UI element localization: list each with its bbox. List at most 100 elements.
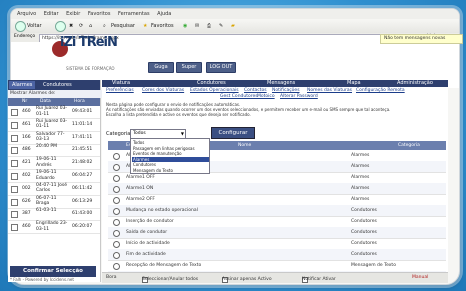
alarm-row[interactable]: 002 04-07-11 José Carlos 06:11:42: [8, 183, 100, 196]
menu-item[interactable]: Favoritos: [88, 9, 111, 19]
home-icon[interactable]: ⌂: [89, 21, 92, 31]
browser-toolbar: Voltar ✖ ⟳ ⌂ ⌕ Pesquisar ★ Favoritos ◉ ✉…: [11, 19, 459, 34]
radio-button[interactable]: [113, 263, 120, 270]
alarm-nr: 166: [22, 134, 31, 140]
alarm-date: Rui Juarez 03-01-11: [36, 118, 68, 130]
radio-button[interactable]: [113, 241, 120, 248]
alarm-row[interactable]: 486 20:40 PM 21:45:51: [8, 144, 100, 158]
izitrein-logo: iZi TReiN SISTEMA DE FORMAÇÃO: [52, 35, 118, 75]
subnav-cores[interactable]: Cores dos Viaturas: [142, 88, 184, 93]
subnav-alterar-password[interactable]: Alterar Password: [280, 94, 318, 99]
radio-button[interactable]: [113, 208, 120, 215]
subnav-motoico[interactable]: Motoico: [257, 94, 275, 99]
radio-button[interactable]: [113, 164, 120, 171]
nav-condutores[interactable]: Condutores: [197, 80, 226, 87]
checkbox[interactable]: [11, 198, 18, 206]
checkbox[interactable]: [11, 185, 18, 193]
confirm-selection-button[interactable]: Confirmar Selecção: [10, 266, 96, 277]
favorites-button[interactable]: Favoritos: [151, 21, 174, 31]
media-icon[interactable]: ◉: [183, 21, 187, 31]
event-name: Início de actividade: [126, 241, 170, 246]
checkbox[interactable]: [11, 121, 18, 129]
mail-icon[interactable]: ✉: [195, 21, 199, 31]
alarm-time: 17:41:11: [72, 134, 93, 140]
alarm-row[interactable]: 387 61-03-11 61:43:00: [8, 208, 100, 222]
checkbox[interactable]: [11, 224, 18, 232]
user-button[interactable]: Guga: [148, 62, 174, 73]
favorites-star-icon: ★: [143, 23, 148, 29]
radio-button[interactable]: [113, 219, 120, 226]
alarm-time: 11:01:14: [72, 121, 93, 127]
checkbox[interactable]: [11, 160, 18, 168]
search-button[interactable]: Pesquisar: [111, 21, 135, 31]
dropdown-option[interactable]: Mensagem do Texto: [132, 168, 209, 174]
print-icon[interactable]: ⎙: [207, 21, 211, 31]
refresh-icon[interactable]: ⟳: [79, 21, 83, 31]
alarm-date: Rui Juarez 03-01-11: [36, 106, 68, 117]
tab-alarms[interactable]: Alarmes: [9, 81, 36, 89]
alarm-nr: 626: [22, 198, 31, 204]
tab-drivers[interactable]: Condutores: [40, 81, 75, 89]
category-label: Categoria: [106, 131, 131, 137]
alarm-row[interactable]: 402 19-06-11 Eduardo 06:04:27: [8, 170, 100, 183]
alarm-time: 21:48:02: [72, 160, 93, 166]
subnav-notificacoes[interactable]: Notificações: [272, 88, 300, 93]
checkbox[interactable]: [11, 134, 18, 142]
subnav-preferencias[interactable]: Preferências: [106, 88, 134, 93]
menu-item[interactable]: Exibir: [66, 9, 80, 19]
alarm-date: 61-03-11: [36, 208, 57, 214]
sidebar-table-header: Nr Data Hora: [8, 98, 100, 106]
logout-button[interactable]: LOG OUT: [206, 62, 236, 73]
subnav-nomes[interactable]: Nomes das Viaturas: [307, 88, 352, 93]
event-category: Alarmes: [351, 197, 370, 202]
subnav-config-remota[interactable]: Configuração Remota: [356, 88, 405, 93]
radio-button[interactable]: [113, 153, 120, 160]
subnav-gest-condutores[interactable]: Gest Condutores: [220, 94, 258, 99]
checkbox[interactable]: [11, 211, 18, 219]
event-category: Condutores: [351, 241, 377, 246]
alarm-row[interactable]: 421 19-06-11 Andrés 21:48:02: [8, 157, 100, 171]
radio-button[interactable]: [113, 186, 120, 193]
messages-warning[interactable]: Não tem mensagens novas: [380, 34, 463, 44]
edit-icon[interactable]: ✎: [219, 21, 223, 31]
alarm-date: 04-07-11 José Carlos: [36, 182, 68, 194]
menu-item[interactable]: Ferramentas: [118, 9, 150, 19]
alarm-row[interactable]: 461 Rui Juarez 03-01-11 11:01:14: [8, 119, 100, 132]
radio-button[interactable]: [113, 197, 120, 204]
alarms-sidebar: Alarmes Condutores Mostrar Alarmes de: N…: [8, 80, 102, 282]
subnav-estados[interactable]: Estados Operacionais: [190, 88, 239, 93]
folder-icon[interactable]: ▰: [231, 21, 235, 31]
menu-item[interactable]: Ajuda: [157, 9, 171, 19]
subnav-contactos[interactable]: Contactos: [244, 88, 267, 93]
checkbox[interactable]: [11, 173, 18, 180]
menu-item[interactable]: Arquivo: [17, 9, 36, 19]
col-nr: Nr: [22, 99, 28, 104]
nav-mensagens[interactable]: Mensagens: [267, 80, 295, 87]
back-button[interactable]: Voltar: [27, 21, 42, 31]
profile-button[interactable]: Super: [176, 62, 202, 73]
menu-item[interactable]: Editar: [44, 9, 59, 19]
nav-administracao[interactable]: Administração: [397, 80, 433, 87]
stop-icon[interactable]: ✖: [69, 21, 73, 31]
nav-viatura[interactable]: Viatura: [112, 80, 130, 87]
category-dropdown: Todos Passagem em linhas perigosas Eventos…: [130, 138, 210, 174]
checkbox[interactable]: [11, 109, 18, 116]
alarm-row[interactable]: 166 Salvador 77-03-13 17:41:11: [8, 132, 100, 145]
address-label: Endereço: [14, 34, 36, 39]
alarm-row[interactable]: 460 Rui Juarez 03-01-11 09:43:01: [8, 106, 100, 119]
radio-button[interactable]: [113, 230, 120, 237]
alarm-row[interactable]: 626 06-07-11 Braga 06:13:29: [8, 196, 100, 209]
checkbox[interactable]: [11, 147, 18, 155]
nav-mapa[interactable]: Mapa: [347, 80, 361, 87]
event-category: Condutores: [351, 219, 377, 224]
event-category: Alarmes: [351, 186, 370, 191]
forward-arrow-icon[interactable]: [55, 21, 66, 32]
back-arrow-icon[interactable]: [15, 21, 26, 32]
radio-button[interactable]: [113, 252, 120, 259]
radio-button[interactable]: [113, 175, 120, 182]
alarm-row[interactable]: 460 Engrillado 23-03-11 06:20:07: [8, 221, 100, 235]
event-category: Condutores: [351, 230, 377, 235]
manual-link[interactable]: Manual: [412, 275, 428, 280]
alarm-time: 06:04:27: [72, 173, 93, 178]
configure-button[interactable]: Configurar: [211, 127, 255, 139]
